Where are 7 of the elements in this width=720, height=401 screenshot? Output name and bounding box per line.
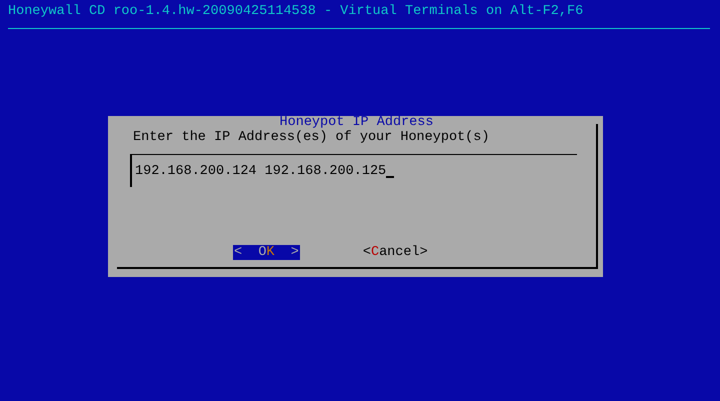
prompt-text: Enter the IP Address(es) of your Honeypot(s) — [132, 130, 490, 146]
screen-title: Honeywall CD roo-1.4.hw-20090425114538 - Virtual Terminals on Alt-F2,F6 — [7, 3, 584, 20]
input-field[interactable]: 192.168.200.124 192.168.200.125 — [130, 154, 577, 187]
dialog-title: Honeypot IP Address — [278, 116, 434, 130]
dialog-button[interactable]: < OK > — [233, 245, 300, 260]
dialog-button[interactable]: <Cancel> — [362, 245, 429, 260]
text-cursor — [386, 176, 394, 178]
